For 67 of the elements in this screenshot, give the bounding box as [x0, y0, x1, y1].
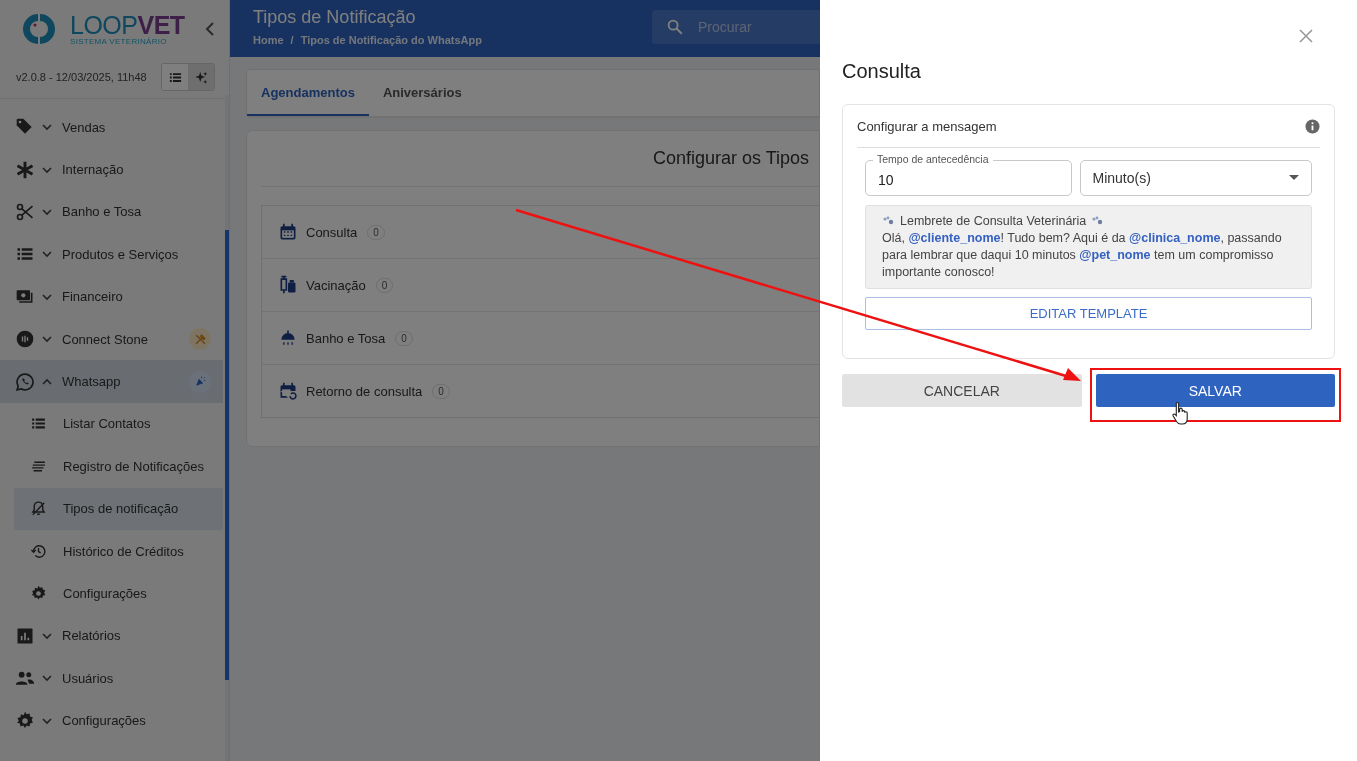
breadcrumb-link[interactable]: Tipos de Notificação do WhatsApp: [300, 34, 482, 46]
bell-icon: [30, 500, 47, 518]
type-label: Consulta: [306, 224, 358, 240]
menu-item[interactable]: Connect Stone: [0, 317, 223, 361]
message-text: Olá, @cliente_nome! Tudo bem? Aqui é da @clinica_nome, passando para lembrar que daqui 10 minutos @pet_nome tem um compromisso importante conosco!: [882, 230, 1283, 281]
type-label: Retorno de consulta: [306, 383, 423, 399]
drawer-title: Consulta: [842, 60, 922, 84]
breadcrumb-link[interactable]: Home: [253, 34, 284, 46]
calendar-icon: [278, 222, 298, 242]
submenu-item[interactable]: Listar Contatos: [0, 402, 223, 446]
paw-icon: [1091, 216, 1105, 227]
view-toggle[interactable]: [188, 64, 214, 90]
caret-icon: [1289, 175, 1299, 181]
calendar-icon: [278, 381, 298, 401]
menu-item[interactable]: Configurações: [0, 699, 223, 742]
asterisk-icon: [15, 159, 35, 180]
notification-type-item[interactable]: Vacinação 0: [262, 259, 819, 312]
view-toggle[interactable]: [162, 64, 188, 90]
logo-wordmark: LOOPVET: [70, 12, 185, 37]
notification-type-item[interactable]: Consulta 0: [262, 206, 819, 259]
shower-icon: [278, 328, 298, 348]
vaccine-icon: [278, 275, 298, 295]
tools-icon: [193, 332, 207, 346]
submenu-item[interactable]: Tipos de notificação: [14, 487, 223, 530]
page-title: Tipos de Notificação: [253, 7, 417, 28]
notification-type-item[interactable]: Retorno de consulta 0: [262, 365, 819, 417]
card-title: Configurar a mensagem: [857, 118, 997, 134]
menu-item[interactable]: Relatórios: [0, 614, 223, 658]
version-text: v2.0.8 - 12/03/2025, 11h48: [16, 71, 148, 83]
unit-dropdown[interactable]: Minuto(s): [1079, 160, 1312, 196]
tab[interactable]: Agendamentos: [247, 70, 369, 116]
logo-tagline: SISTEMA VETERINÁRIO: [70, 36, 168, 46]
menu-item[interactable]: Financeiro: [0, 275, 223, 318]
cancel-button[interactable]: CANCELAR: [842, 374, 1082, 407]
type-label: Vacinação: [306, 277, 366, 293]
paw-icon: [882, 216, 895, 227]
field-label: Tempo de antecedência: [873, 153, 993, 165]
info-icon[interactable]: [1305, 118, 1320, 134]
menu-item[interactable]: Vendas: [0, 106, 223, 149]
submenu-item[interactable]: Registro de Notificações: [0, 445, 223, 488]
gear-icon: [30, 585, 47, 602]
menu-item[interactable]: Produtos e Serviços: [0, 233, 223, 276]
collapse-icon[interactable]: [205, 22, 215, 36]
menu-item[interactable]: Banho e Tosa: [0, 190, 223, 234]
hand-cursor-icon: [1172, 401, 1189, 425]
menu-item[interactable]: Whatsapp: [0, 360, 223, 403]
history-icon: [30, 542, 47, 560]
menu-item[interactable]: Internação: [0, 148, 223, 191]
search-icon: [666, 18, 684, 36]
submenu-item[interactable]: Histórico de Créditos: [0, 529, 223, 573]
submenu-item[interactable]: Configurações: [0, 572, 223, 615]
party-icon: [193, 375, 207, 389]
menu-item[interactable]: Usuários: [0, 657, 223, 700]
breadcrumb-separator: /: [290, 34, 294, 46]
scissors-icon: [15, 201, 35, 222]
message-title: Lembrete de Consulta Veterinária: [900, 213, 1087, 230]
scrollbar[interactable]: [225, 230, 229, 680]
sparkle-icon: [193, 69, 209, 85]
edit-template-button[interactable]: EDITAR TEMPLATE: [865, 297, 1312, 330]
chat-bubble-icon: [15, 371, 35, 392]
sound-circle-icon: [15, 329, 35, 350]
type-label: Banho e Tosa: [306, 330, 386, 346]
save-button[interactable]: SALVAR: [1095, 374, 1335, 407]
close-icon[interactable]: [1299, 29, 1313, 43]
notification-type-item[interactable]: Banho e Tosa 0: [262, 312, 819, 365]
panel-heading: Configurar os Tipos: [261, 131, 819, 187]
tab[interactable]: Aniversários: [368, 70, 476, 116]
